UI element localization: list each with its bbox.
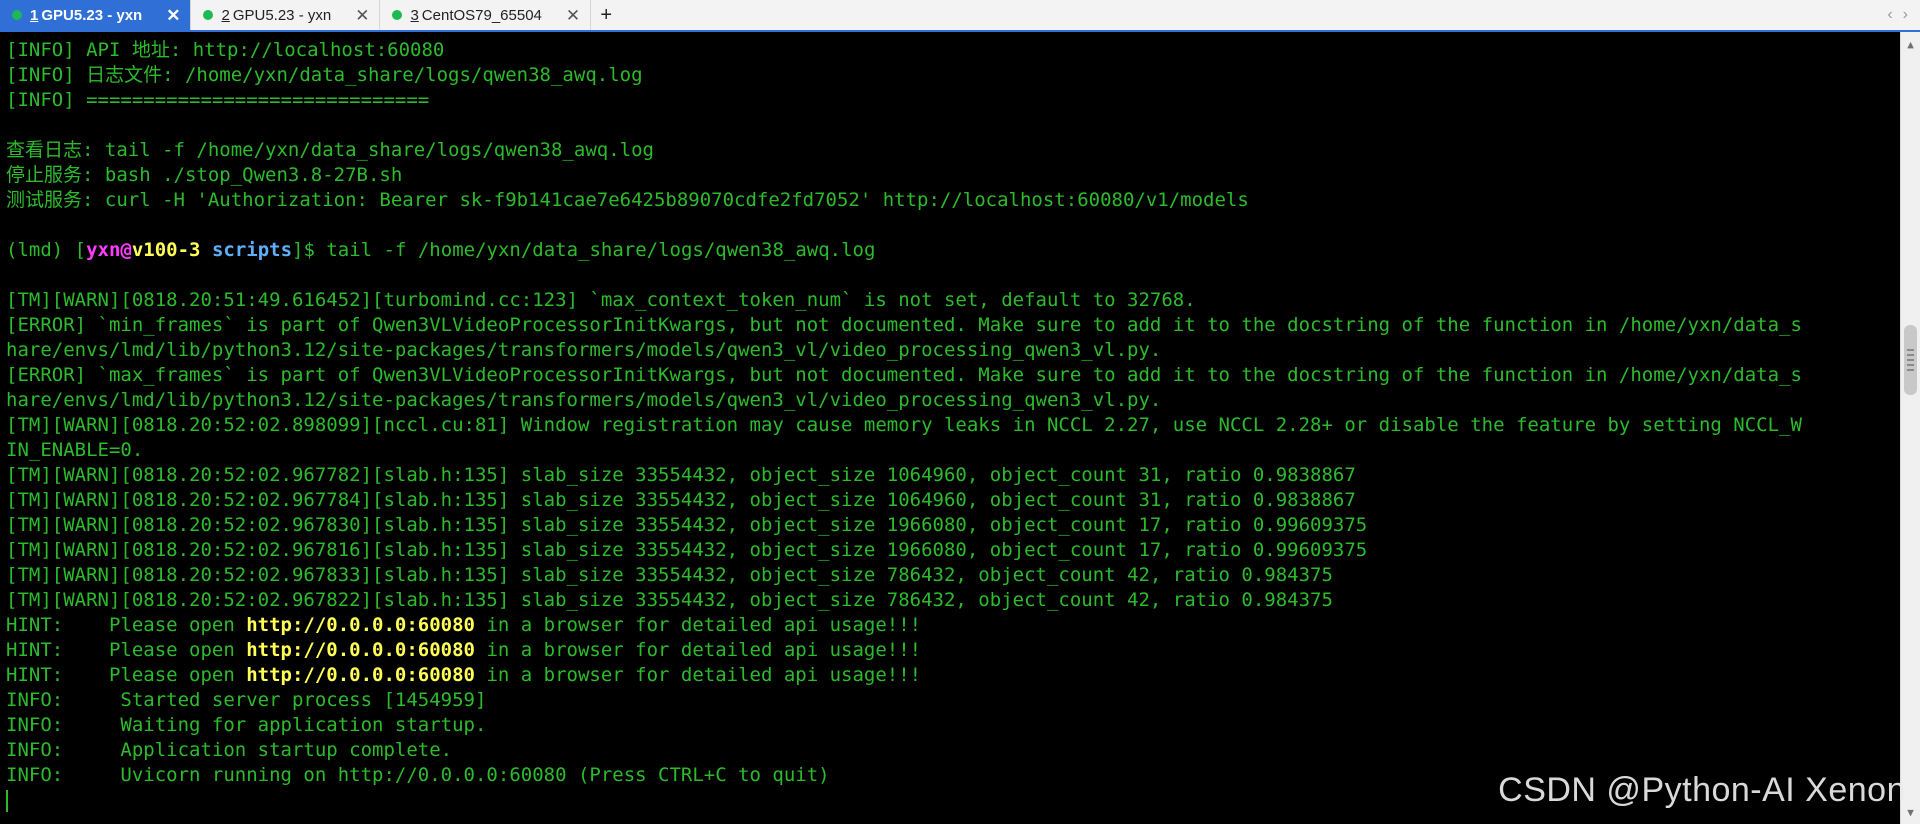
- tab-session-1[interactable]: 1 GPU5.23 - yxn ✕: [0, 0, 192, 30]
- prompt-host: v100-3: [131, 239, 201, 261]
- terminal-line: INFO: Application startup complete.: [6, 739, 453, 761]
- tab-session-2[interactable]: 2 GPU5.23 - yxn ✕: [191, 0, 381, 30]
- tab-label: GPU5.23 - yxn: [232, 6, 332, 24]
- scroll-up-icon[interactable]: ▲: [1901, 34, 1920, 54]
- tab-label: CentOS79_65504: [421, 6, 542, 24]
- prompt-suffix: ]$: [292, 239, 327, 261]
- terminal-line: 停止服务: bash ./stop_Qwen3.8-27B.sh: [6, 164, 403, 186]
- hint-url[interactable]: http://0.0.0.0:60080: [246, 639, 475, 661]
- hint-line: HINT: Please open http://0.0.0.0:60080 i…: [6, 613, 1900, 638]
- terminal-line: [TM][WARN][0818.20:52:02.898099][nccl.cu…: [6, 414, 1802, 436]
- terminal-line: [TM][WARN][0818.20:52:02.967816][slab.h:…: [6, 539, 1368, 561]
- terminal-line: [TM][WARN][0818.20:52:02.967830][slab.h:…: [6, 514, 1368, 536]
- shell-prompt-line: (lmd) [yxn@v100-3 scripts]$ tail -f /hom…: [6, 238, 1900, 263]
- close-icon[interactable]: ✕: [166, 7, 180, 24]
- connected-status-icon: [392, 10, 403, 20]
- new-tab-button[interactable]: +: [591, 0, 621, 30]
- terminal-line: [INFO] API 地址: http://localhost:60080: [6, 39, 445, 61]
- hint-url[interactable]: http://0.0.0.0:60080: [246, 664, 475, 686]
- terminal-line: [TM][WARN][0818.20:51:49.616452][turbomi…: [6, 289, 1196, 311]
- terminal-line: IN_ENABLE=0.: [6, 439, 144, 461]
- prompt-dir: scripts: [211, 239, 293, 261]
- terminal-line: [TM][WARN][0818.20:52:02.967822][slab.h:…: [6, 589, 1333, 611]
- hint-prefix: HINT: Please open: [6, 639, 247, 661]
- terminal-line: INFO: Waiting for application startup.: [6, 714, 487, 736]
- terminal-line: [ERROR] `max_frames` is part of Qwen3VLV…: [6, 364, 1802, 386]
- tab-number: 1: [30, 6, 39, 24]
- connected-status-icon: [12, 10, 22, 20]
- hint-url[interactable]: http://0.0.0.0:60080: [246, 614, 475, 636]
- hint-prefix: HINT: Please open: [6, 614, 247, 636]
- prompt-user: yxn: [86, 239, 121, 261]
- tab-navigation: ‹ ›: [1887, 0, 1908, 30]
- scroll-thumb[interactable]: [1904, 325, 1917, 395]
- prompt-at: @: [120, 239, 132, 261]
- prompt-command: tail -f /home/yxn/data_share/logs/qwen38…: [326, 239, 876, 261]
- terminal-line: [ERROR] `min_frames` is part of Qwen3VLV…: [6, 314, 1802, 336]
- terminal-line: [INFO] 日志文件: /home/yxn/data_share/logs/q…: [6, 64, 643, 86]
- hint-line: HINT: Please open http://0.0.0.0:60080 i…: [6, 663, 1900, 688]
- terminal-line: [TM][WARN][0818.20:52:02.967782][slab.h:…: [6, 464, 1356, 486]
- connected-status-icon: [203, 10, 214, 20]
- tab-session-3[interactable]: 3 CentOS79_65504 ✕: [380, 0, 592, 30]
- terminal-line: hare/envs/lmd/lib/python3.12/site-packag…: [6, 339, 1162, 361]
- close-icon[interactable]: ✕: [355, 7, 369, 24]
- hint-suffix: in a browser for detailed api usage!!!: [475, 664, 922, 686]
- hint-suffix: in a browser for detailed api usage!!!: [475, 614, 922, 636]
- terminal-line: hare/envs/lmd/lib/python3.12/site-packag…: [6, 389, 1162, 411]
- terminal-line: INFO: Started server process [1454959]: [6, 689, 487, 711]
- hint-prefix: HINT: Please open: [6, 664, 247, 686]
- hint-suffix: in a browser for detailed api usage!!!: [475, 639, 922, 661]
- terminal-line: 查看日志: tail -f /home/yxn/data_share/logs/…: [6, 139, 654, 161]
- tab-number: 2: [221, 6, 230, 24]
- grip-icon: [1907, 349, 1914, 371]
- close-icon[interactable]: ✕: [566, 7, 580, 24]
- hint-line: HINT: Please open http://0.0.0.0:60080 i…: [6, 638, 1900, 663]
- terminal-line: [TM][WARN][0818.20:52:02.967784][slab.h:…: [6, 489, 1356, 511]
- terminal-line: 测试服务: curl -H 'Authorization: Bearer sk-…: [6, 189, 1249, 211]
- text-cursor: [6, 789, 8, 812]
- terminal-line: [INFO] ==============================: [6, 89, 430, 111]
- chevron-left-icon[interactable]: ‹: [1887, 6, 1892, 24]
- tab-bar: 1 GPU5.23 - yxn ✕ 2 GPU5.23 - yxn ✕ 3 Ce…: [0, 0, 1920, 32]
- watermark: CSDN @Python-AI Xenon: [1498, 771, 1906, 809]
- terminal-line: [TM][WARN][0818.20:52:02.967833][slab.h:…: [6, 564, 1333, 586]
- prompt-env: (lmd) [: [6, 239, 87, 261]
- tab-number: 3: [410, 6, 419, 24]
- vertical-scrollbar[interactable]: ▲ ▼: [1900, 32, 1920, 824]
- chevron-right-icon[interactable]: ›: [1903, 6, 1908, 24]
- terminal-output[interactable]: [INFO] API 地址: http://localhost:60080 [I…: [0, 32, 1900, 824]
- tab-label: GPU5.23 - yxn: [41, 6, 143, 24]
